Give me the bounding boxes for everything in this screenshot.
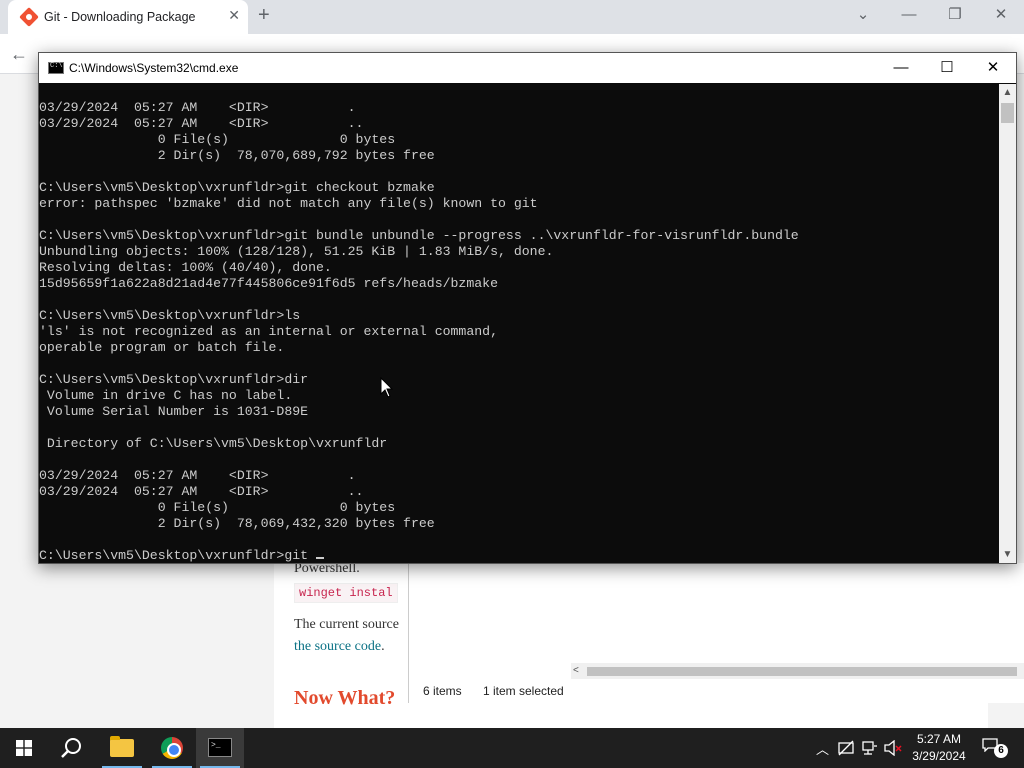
console-line: Directory of C:\Users\vm5\Desktop\vxrunf… (39, 436, 388, 451)
console-line: Resolving deltas: 100% (40/40), done. (39, 260, 332, 275)
console-line: 0 File(s) 0 bytes (39, 500, 396, 515)
scrollbar-thumb[interactable] (587, 667, 1017, 676)
source-code-sentence: the source code. (294, 639, 385, 655)
cmd-maximize-button[interactable]: ☐ (924, 53, 970, 83)
horizontal-scrollbar[interactable]: < (571, 663, 1024, 679)
console-line: C:\Users\vm5\Desktop\vxrunfldr>git check… (39, 180, 435, 195)
clock-date: 3/29/2024 (912, 749, 966, 763)
source-code-link[interactable]: the source code (294, 639, 381, 654)
scroll-down-arrow-icon[interactable]: ▼ (999, 546, 1016, 563)
browser-close-button[interactable]: ✕ (978, 0, 1024, 30)
console-line: 0 File(s) 0 bytes (39, 132, 396, 147)
cmd-window[interactable]: C:\Windows\System32\cmd.exe — ☐ ✕ 03/29/… (38, 52, 1017, 564)
taskbar-file-explorer[interactable] (98, 728, 146, 768)
terminal-icon (208, 738, 232, 757)
items-count: 6 items (423, 684, 462, 698)
prompt-text: C:\Users\vm5\Desktop\vxrunfldr>git (39, 548, 316, 563)
console-line: Unbundling objects: 100% (128/128), 51.2… (39, 244, 554, 259)
scroll-left-arrow-icon[interactable]: < (573, 663, 579, 679)
console-output[interactable]: 03/29/2024 05:27 AM <DIR> . 03/29/2024 05… (39, 84, 999, 563)
console-line: C:\Users\vm5\Desktop\vxrunfldr>git bundl… (39, 228, 799, 243)
cmd-app-icon (48, 62, 64, 74)
console-line: 03/29/2024 05:27 AM <DIR> . (39, 100, 356, 115)
start-button[interactable] (0, 728, 48, 768)
console-line: Volume in drive C has no label. (39, 388, 293, 403)
file-explorer-window: < 6 items 1 item selected (408, 563, 1024, 703)
network-status-icon[interactable] (838, 740, 854, 756)
cmd-window-title: C:\Windows\System32\cmd.exe (69, 61, 239, 75)
browser-minimize-button[interactable]: — (886, 0, 932, 30)
console-line: 03/29/2024 05:27 AM <DIR> .. (39, 116, 364, 131)
console-line: C:\Users\vm5\Desktop\vxrunfldr>ls (39, 308, 301, 323)
chrome-icon (161, 737, 183, 759)
install-command-code: winget instal (294, 583, 398, 603)
console-lines: 03/29/2024 05:27 AM <DIR> . 03/29/2024 05… (39, 100, 999, 548)
search-icon (61, 738, 81, 758)
cmd-close-button[interactable]: ✕ (970, 53, 1016, 83)
desktop-screen: Git - Downloading Package ✕ + ⌄ — ❐ ✕ ← … (0, 0, 1024, 768)
console-line: Volume Serial Number is 1031-D89E (39, 404, 309, 419)
back-arrow-icon[interactable]: ← (10, 44, 28, 65)
browser-tab[interactable]: Git - Downloading Package ✕ (8, 0, 248, 34)
tab-search-button[interactable]: ⌄ (840, 0, 886, 30)
article-paragraph: The current source (294, 617, 399, 632)
cmd-title-bar[interactable]: C:\Windows\System32\cmd.exe — ☐ ✕ (39, 53, 1016, 83)
taskbar-chrome[interactable] (148, 728, 196, 768)
explorer-status-bar: 6 items 1 item selected (409, 679, 1024, 703)
show-hidden-icons-chevron-icon[interactable]: ︿ (816, 739, 829, 758)
text-cursor (315, 557, 324, 559)
windows-taskbar: ︿ 5:27 AM 3/29/2024 6 (0, 728, 1024, 768)
notification-count-badge: 6 (994, 744, 1008, 758)
cmd-window-controls: — ☐ ✕ (878, 53, 1016, 83)
cmd-vertical-scrollbar[interactable]: ▲ ▼ (999, 84, 1016, 563)
console-line: 03/29/2024 05:27 AM <DIR> . (39, 468, 356, 483)
console-line: 2 Dir(s) 78,070,689,792 bytes free (39, 148, 435, 163)
cmd-minimize-button[interactable]: — (878, 53, 924, 83)
selection-count: 1 item selected (483, 684, 564, 698)
browser-tab-strip: Git - Downloading Package ✕ + ⌄ — ❐ ✕ (0, 0, 1024, 34)
git-favicon-icon (19, 7, 39, 27)
ethernet-icon[interactable] (862, 740, 878, 756)
console-line: 2 Dir(s) 78,069,432,320 bytes free (39, 516, 435, 531)
browser-tab-title: Git - Downloading Package (44, 10, 196, 24)
folder-icon (110, 736, 134, 757)
browser-restore-button[interactable]: ❐ (932, 0, 978, 30)
taskbar-cmd[interactable] (196, 728, 244, 768)
clock-time: 5:27 AM (916, 732, 962, 746)
scroll-up-arrow-icon[interactable]: ▲ (999, 84, 1016, 101)
now-what-heading: Now What? (294, 687, 396, 709)
console-line: operable program or batch file. (39, 340, 285, 355)
new-tab-button[interactable]: + (258, 4, 270, 27)
console-prompt-line[interactable]: C:\Users\vm5\Desktop\vxrunfldr>git (39, 548, 999, 563)
notification-center-button[interactable]: 6 (982, 738, 1008, 758)
console-line: 03/29/2024 05:27 AM <DIR> .. (39, 484, 364, 499)
search-button[interactable] (48, 728, 96, 768)
tab-close-icon[interactable]: ✕ (228, 7, 240, 24)
scrollbar-thumb[interactable] (1001, 103, 1014, 123)
browser-window-controls: ⌄ — ❐ ✕ (840, 0, 1024, 30)
console-line: error: pathspec 'bzmake' did not match a… (39, 196, 538, 211)
console-line: 15d95659f1a622a8d21ad4e77f445806ce91f6d5… (39, 276, 498, 291)
console-line: C:\Users\vm5\Desktop\vxrunfldr>dir (39, 372, 309, 387)
taskbar-clock[interactable]: 5:27 AM 3/29/2024 (900, 731, 978, 765)
windows-logo-icon (16, 740, 32, 756)
console-line: 'ls' is not recognized as an internal or… (39, 324, 498, 339)
sentence-period: . (381, 639, 385, 654)
